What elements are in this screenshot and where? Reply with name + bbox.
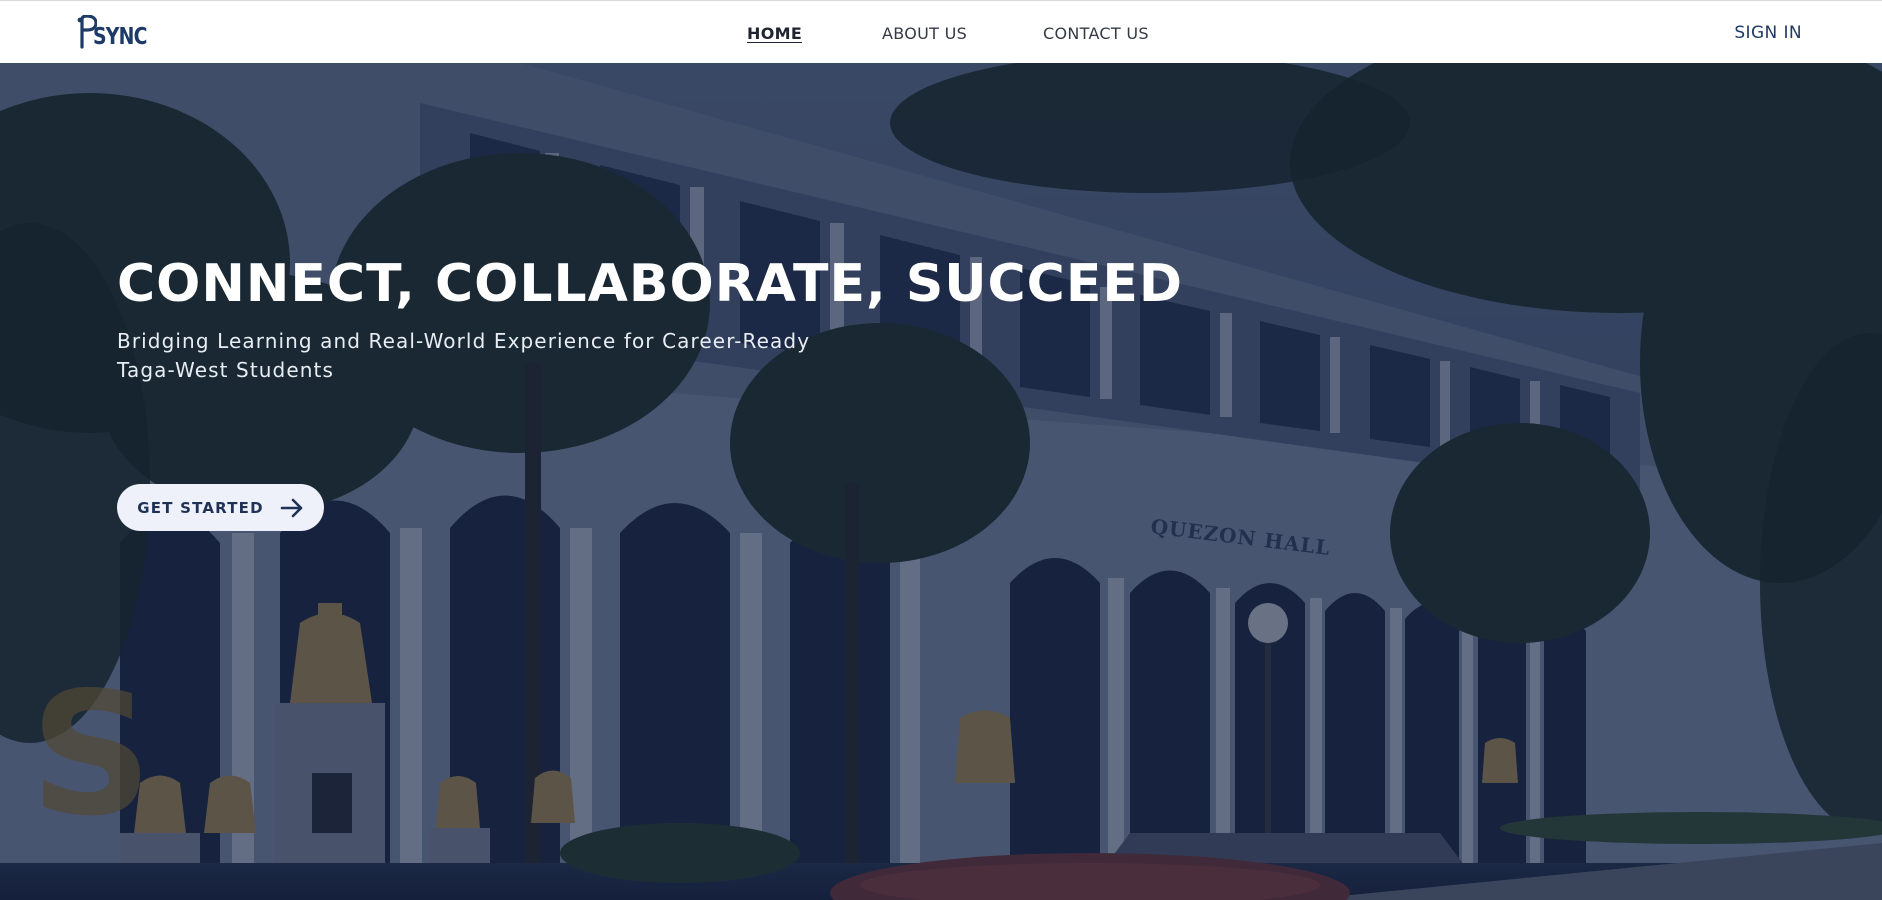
nav-link-contact-us[interactable]: CONTACT US <box>1043 24 1149 43</box>
psync-logo[interactable]: SYNC <box>77 13 158 49</box>
hero-subtitle: Bridging Learning and Real-World Experie… <box>117 329 811 383</box>
logo-text: SYNC <box>93 24 147 50</box>
top-navbar: SYNC HOME ABOUT US CONTACT US SIGN IN <box>0 0 1882 63</box>
hero-content: CONNECT, COLLABORATE, SUCCEED Bridging L… <box>117 254 1217 531</box>
hero-dark-overlay <box>0 63 1882 900</box>
get-started-button[interactable]: GET STARTED <box>117 484 324 531</box>
nav-link-about-us[interactable]: ABOUT US <box>882 24 967 43</box>
sign-in-link[interactable]: SIGN IN <box>1734 23 1802 43</box>
hero-title: CONNECT, COLLABORATE, SUCCEED <box>117 254 1184 314</box>
nav-link-home[interactable]: HOME <box>747 24 802 43</box>
arrow-right-icon <box>280 498 303 517</box>
get-started-label: GET STARTED <box>137 498 264 517</box>
hero-section: QUEZON HALL <box>0 63 1882 900</box>
